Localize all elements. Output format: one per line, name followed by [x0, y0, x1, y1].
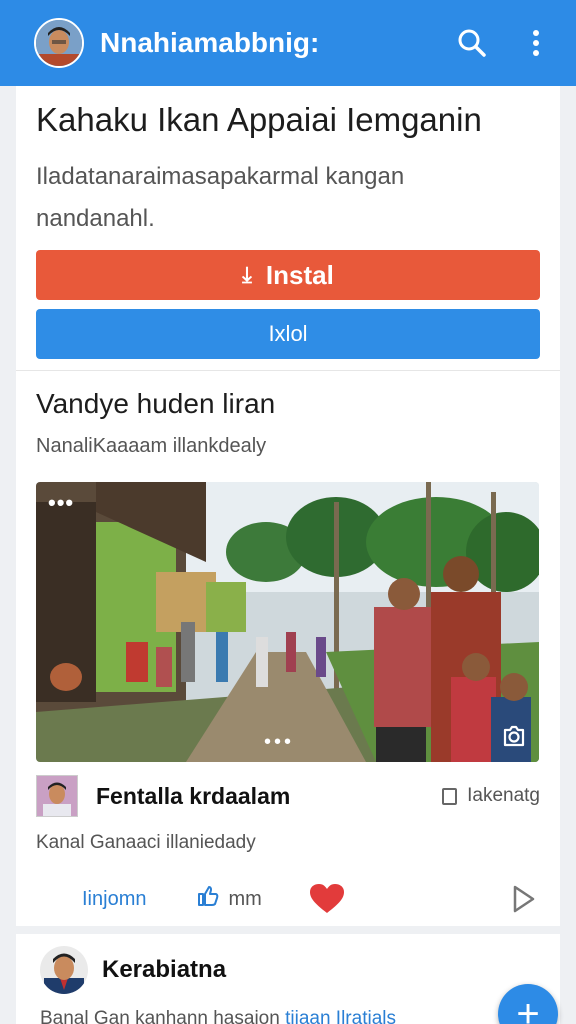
- next-post-card: Kerabiatna Banal Gan kanhann hasaion tii…: [16, 934, 560, 1024]
- thumbs-up-icon: [196, 884, 220, 914]
- bookmark-icon: [442, 787, 458, 805]
- like-count: mm: [228, 887, 262, 910]
- post-text-body: Banal Gan kanhann hasaion: [40, 1008, 280, 1024]
- channel-name[interactable]: Fentalla krdaalam: [96, 783, 442, 810]
- views-label: Iinjomn: [82, 887, 147, 910]
- camera-icon[interactable]: [501, 724, 527, 748]
- install-button[interactable]: ⤓ Instal: [36, 250, 540, 300]
- video-card: Vandye huden liran NanaliKaaaam illankde…: [16, 370, 560, 926]
- post-text: Banal Gan kanhann hasaion tiiaan Ilratia…: [40, 1008, 540, 1024]
- add-icon: +: [516, 991, 540, 1024]
- section-title: Vandye huden liran: [36, 388, 276, 419]
- secondary-label: Ixlol: [268, 321, 308, 346]
- section-subtitle: NanaliKaaaam illankdealy: [36, 435, 267, 457]
- channel-tag-label: Iakenatg: [467, 785, 540, 806]
- search-icon[interactable]: [450, 21, 494, 65]
- video-thumbnail[interactable]: ••• •••: [36, 482, 539, 762]
- download-icon: ⤓: [242, 262, 252, 287]
- village-scene-image: [36, 482, 539, 762]
- app-bar: Nnahiamabbnig:: [0, 0, 576, 86]
- profile-avatar[interactable]: [34, 18, 84, 68]
- play-icon[interactable]: [512, 885, 536, 913]
- views-button[interactable]: Iinjomn: [82, 888, 146, 911]
- promo-description: Iladatanaraimasapakarmal kangan nandanah…: [36, 163, 405, 232]
- promo-headline: Kahaku Ikan Appaiai Iemganin: [36, 101, 482, 138]
- channel-avatar[interactable]: [36, 775, 78, 817]
- channel-row: Fentalla krdaalam Iakenatg: [36, 774, 540, 818]
- post-link[interactable]: tiiaan Ilratials: [285, 1008, 396, 1024]
- thumbnail-more-icon[interactable]: •••: [48, 490, 74, 516]
- channel-tag[interactable]: Iakenatg: [442, 785, 540, 807]
- install-label: Instal: [265, 259, 334, 290]
- channel-meta: Kanal Ganaaci illaniedady: [36, 832, 256, 853]
- pager-dots: •••: [264, 731, 295, 753]
- more-vert-icon[interactable]: [514, 21, 558, 65]
- app-title: Nnahiamabbnig:: [100, 27, 320, 58]
- heart-icon[interactable]: [309, 884, 344, 914]
- action-row: Iinjomn mm: [36, 874, 540, 924]
- secondary-button[interactable]: Ixlol: [36, 309, 540, 359]
- post-author-name[interactable]: Kerabiatna: [102, 956, 226, 984]
- promo-card: Kahaku Ikan Appaiai Iemganin Iladatanara…: [16, 86, 560, 370]
- post-author-avatar[interactable]: [40, 946, 88, 994]
- like-button[interactable]: mm: [196, 884, 262, 914]
